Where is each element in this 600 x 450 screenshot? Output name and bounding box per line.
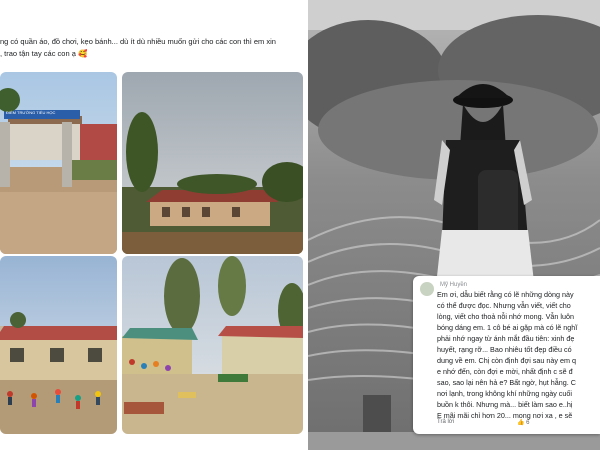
comment-line: nơi lạnh, trong không khí những ngày cuố… (437, 389, 572, 398)
photo-schoolyard[interactable] (122, 256, 303, 434)
post-caption-line-2: , trao tận tay các con ạ 🥰 (0, 49, 88, 58)
photo-school-gate[interactable]: ĐIỂM TRƯỜNG TIỂU HỌC (0, 72, 117, 254)
comment-line: bóng dáng em. 1 cô bé ai gặp mà có lẽ ng… (437, 323, 578, 332)
photo-school-trees[interactable] (122, 72, 303, 254)
commenter-avatar[interactable] (420, 282, 434, 296)
post-caption: ng có quần áo, đồ chơi, kẹo bánh... dù í… (0, 36, 300, 60)
comment-line: buồn k thôi. Nhưng mà... biết làm sao e.… (437, 400, 573, 409)
comment-line: huyết, rạng rỡ... Bao nhiêu tốt đẹp điều… (437, 345, 572, 354)
comment-line: e nhớ đến, còn đợi e mời, nhất định c sẽ… (437, 367, 573, 376)
school-sign: ĐIỂM TRƯỜNG TIỂU HỌC (6, 110, 56, 115)
reaction-count-value: 6 (526, 420, 530, 426)
photo-playground[interactable] (0, 256, 117, 434)
comment-line: sao, sao lại nên hả e? Bất ngờ, hụt hẫng… (437, 378, 576, 387)
comment-line: lòng, viết cho thoả nỗi nhớ mong. Vẫn lu… (437, 312, 574, 321)
reply-link[interactable]: Trả lời (437, 419, 454, 425)
like-icon: 👍 (517, 420, 525, 426)
commenter-name[interactable]: Mỹ Huyền (440, 282, 467, 288)
facebook-post-panel: ng có quần áo, đồ chơi, kẹo bánh... dù í… (0, 0, 308, 450)
comment-line: dung về em. Chị còn định đợi sau này em … (437, 356, 576, 365)
reaction-count[interactable]: 👍 6 (517, 419, 530, 426)
comment-line: phải nhớ ngay từ ánh mắt đầu tiên: xinh … (437, 334, 575, 343)
comment-body: Em ơi, dẫu biết rằng có lẽ những dòng nà… (437, 289, 599, 421)
comment-card: Mỹ Huyền Em ơi, dẫu biết rằng có lẽ nhữn… (413, 276, 600, 434)
comment-line: có thể được đọc. Nhưng vẫn viết, viết ch… (437, 301, 571, 310)
comment-line: Em ơi, dẫu biết rằng có lẽ những dòng nà… (437, 290, 574, 299)
post-caption-line-1: ng có quần áo, đồ chơi, kẹo bánh... dù í… (0, 37, 276, 46)
